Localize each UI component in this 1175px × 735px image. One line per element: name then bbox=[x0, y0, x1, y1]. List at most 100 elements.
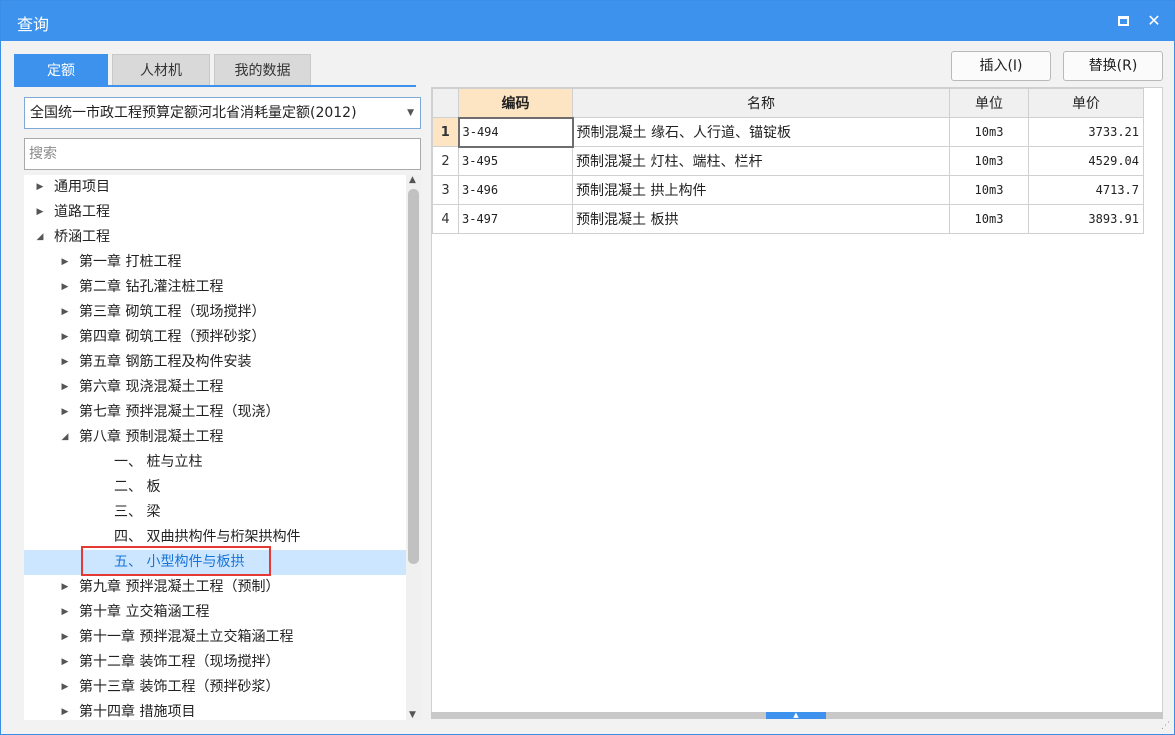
tree-node[interactable]: ▶ 第十二章 装饰工程（现场搅拌） bbox=[24, 650, 406, 675]
price-cell[interactable]: 3733.21 bbox=[1028, 117, 1144, 147]
collapsed-caret-icon[interactable]: ▶ bbox=[59, 700, 71, 720]
scroll-grip-icon[interactable]: ▲ bbox=[766, 712, 826, 719]
tree-node-label: 第九章 预拌混凝土工程（预制） bbox=[79, 579, 280, 595]
tree-node-label: 第六章 现浇混凝土工程 bbox=[79, 379, 224, 395]
row-number-cell[interactable]: 2 bbox=[432, 146, 459, 176]
tree-node[interactable]: ▶ 第二章 钻孔灌注桩工程 bbox=[24, 275, 406, 300]
tree-node[interactable]: ▶ 第十四章 措施项目 bbox=[24, 700, 406, 720]
collapsed-caret-icon[interactable]: ▶ bbox=[59, 575, 71, 600]
column-header-price[interactable]: 单价 bbox=[1028, 88, 1144, 118]
tab-quota[interactable]: 定额 bbox=[14, 54, 108, 86]
collapsed-caret-icon[interactable]: ▶ bbox=[59, 300, 71, 325]
unit-cell[interactable]: 10m3 bbox=[949, 204, 1029, 234]
tree-node[interactable]: ◢ 第八章 预制混凝土工程 bbox=[24, 425, 406, 450]
tree-node[interactable]: 三、 梁 bbox=[24, 500, 406, 525]
row-number-cell[interactable]: 1 bbox=[432, 117, 459, 147]
tree-node-label: 二、 板 bbox=[114, 479, 161, 495]
tree-node[interactable]: ▶ 第五章 钢筋工程及构件安装 bbox=[24, 350, 406, 375]
name-cell[interactable]: 预制混凝土 缘石、人行道、锚锭板 bbox=[572, 117, 950, 147]
table-row[interactable]: 1 3-494 预制混凝土 缘石、人行道、锚锭板 10m3 3733.21 bbox=[432, 116, 1144, 148]
quota-library-select[interactable]: 全国统一市政工程预算定额河北省消耗量定额(2012) ▼ bbox=[24, 97, 421, 129]
row-number-cell[interactable]: 4 bbox=[432, 204, 459, 234]
replace-button[interactable]: 替换(R) bbox=[1063, 51, 1163, 81]
tree-node[interactable]: ▶ 第九章 预拌混凝土工程（预制） bbox=[24, 575, 406, 600]
title-bar[interactable]: 查询 ✕ bbox=[1, 1, 1174, 41]
table-row[interactable]: 2 3-495 预制混凝土 灯柱、端柱、栏杆 10m3 4529.04 bbox=[432, 146, 1144, 176]
unit-cell[interactable]: 10m3 bbox=[949, 117, 1029, 147]
collapsed-caret-icon[interactable]: ▶ bbox=[59, 350, 71, 375]
resize-grip-icon[interactable]: ⋰ bbox=[1161, 721, 1171, 731]
tree-node[interactable]: ▶ 第三章 砌筑工程（现场搅拌） bbox=[24, 300, 406, 325]
collapsed-caret-icon[interactable]: ▶ bbox=[59, 250, 71, 275]
expanded-caret-icon[interactable]: ◢ bbox=[34, 225, 46, 250]
tree-node[interactable]: 一、 桩与立柱 bbox=[24, 450, 406, 475]
chapter-tree: ▶ 通用项目 ▶ 道路工程 ◢ 桥涵工程 ▶ 第一章 打桩工程 ▶ 第二章 钻孔灌注桩工程 ▶ 第三章… bbox=[24, 175, 406, 720]
quota-grid: 编码 名称 单位 单价 1 3-494 预制混凝土 缘石、人行道、锚锭板 10m3 37… bbox=[431, 87, 1163, 717]
tree-node-label: 第七章 预拌混凝土工程（现浇） bbox=[79, 404, 280, 420]
query-dialog: 查询 ✕ 定额 人材机 我的数据 插入(I) 替换(R) 全国统一市政工程预算定… bbox=[0, 0, 1175, 735]
maximize-button[interactable] bbox=[1113, 10, 1135, 32]
collapsed-caret-icon[interactable]: ▶ bbox=[59, 375, 71, 400]
price-cell[interactable]: 4713.7 bbox=[1028, 175, 1144, 205]
tree-node-label: 第三章 砌筑工程（现场搅拌） bbox=[79, 304, 266, 320]
tree-node-label: 通用项目 bbox=[54, 179, 110, 195]
column-header-unit[interactable]: 单位 bbox=[949, 88, 1029, 118]
tree-node[interactable]: 二、 板 bbox=[24, 475, 406, 500]
tree-node[interactable]: ▶ 通用项目 bbox=[24, 175, 406, 200]
code-cell[interactable]: 3-494 bbox=[457, 116, 574, 148]
insert-button[interactable]: 插入(I) bbox=[951, 51, 1051, 81]
tree-node[interactable]: ▶ 第四章 砌筑工程（预拌砂浆） bbox=[24, 325, 406, 350]
expanded-caret-icon[interactable]: ◢ bbox=[59, 425, 71, 450]
collapsed-caret-icon[interactable]: ▶ bbox=[34, 200, 46, 225]
collapsed-caret-icon[interactable]: ▶ bbox=[59, 275, 71, 300]
tree-node[interactable]: ▶ 第七章 预拌混凝土工程（现浇） bbox=[24, 400, 406, 425]
collapsed-caret-icon[interactable]: ▶ bbox=[59, 650, 71, 675]
collapsed-caret-icon[interactable]: ▶ bbox=[59, 325, 71, 350]
close-icon: ✕ bbox=[1147, 11, 1161, 30]
collapsed-caret-icon[interactable]: ▶ bbox=[34, 175, 46, 200]
tab-underline bbox=[14, 85, 416, 87]
table-row[interactable]: 4 3-497 预制混凝土 板拱 10m3 3893.91 bbox=[432, 204, 1144, 234]
collapsed-caret-icon[interactable]: ▶ bbox=[59, 675, 71, 700]
tree-node-label: 桥涵工程 bbox=[54, 229, 110, 245]
tree-node[interactable]: ▶ 第六章 现浇混凝土工程 bbox=[24, 375, 406, 400]
unit-cell[interactable]: 10m3 bbox=[949, 146, 1029, 176]
tree-node-label: 一、 桩与立柱 bbox=[114, 454, 203, 470]
tree-node[interactable]: ◢ 桥涵工程 bbox=[24, 225, 406, 250]
name-cell[interactable]: 预制混凝土 板拱 bbox=[572, 204, 950, 234]
code-cell[interactable]: 3-496 bbox=[458, 175, 573, 205]
grid-horizontal-scrollbar[interactable]: ▲ bbox=[431, 712, 1163, 719]
scroll-thumb[interactable] bbox=[408, 189, 419, 564]
close-button[interactable]: ✕ bbox=[1143, 10, 1165, 32]
tab-labor-material-machine[interactable]: 人材机 bbox=[112, 54, 210, 86]
tree-vertical-scrollbar[interactable]: ▲ ▼ bbox=[406, 175, 421, 720]
code-cell[interactable]: 3-495 bbox=[458, 146, 573, 176]
search-input[interactable]: 搜索 bbox=[24, 138, 421, 170]
window-title: 查询 bbox=[17, 15, 50, 34]
name-cell[interactable]: 预制混凝土 灯柱、端柱、栏杆 bbox=[572, 146, 950, 176]
tree-node-label: 第二章 钻孔灌注桩工程 bbox=[79, 279, 224, 295]
code-cell[interactable]: 3-497 bbox=[458, 204, 573, 234]
unit-cell[interactable]: 10m3 bbox=[949, 175, 1029, 205]
tree-node[interactable]: ▶ 第一章 打桩工程 bbox=[24, 250, 406, 275]
column-header-code[interactable]: 编码 bbox=[458, 88, 573, 118]
collapsed-caret-icon[interactable]: ▶ bbox=[59, 600, 71, 625]
tree-node[interactable]: ▶ 第十三章 装饰工程（预拌砂浆） bbox=[24, 675, 406, 700]
tree-node[interactable]: ▶ 道路工程 bbox=[24, 200, 406, 225]
column-header-name[interactable]: 名称 bbox=[572, 88, 950, 118]
scroll-down-icon[interactable]: ▼ bbox=[409, 710, 416, 720]
scroll-up-icon[interactable]: ▲ bbox=[409, 175, 416, 185]
tree-node-label: 第八章 预制混凝土工程 bbox=[79, 429, 224, 445]
tree-node-label: 第十四章 措施项目 bbox=[79, 704, 196, 720]
collapsed-caret-icon[interactable]: ▶ bbox=[59, 625, 71, 650]
tree-node[interactable]: ▶ 第十章 立交箱涵工程 bbox=[24, 600, 406, 625]
tree-node[interactable]: ▶ 第十一章 预拌混凝土立交箱涵工程 bbox=[24, 625, 406, 650]
tab-my-data[interactable]: 我的数据 bbox=[214, 54, 311, 86]
table-row[interactable]: 3 3-496 预制混凝土 拱上构件 10m3 4713.7 bbox=[432, 175, 1144, 205]
price-cell[interactable]: 4529.04 bbox=[1028, 146, 1144, 176]
name-cell[interactable]: 预制混凝土 拱上构件 bbox=[572, 175, 950, 205]
price-cell[interactable]: 3893.91 bbox=[1028, 204, 1144, 234]
row-number-cell[interactable]: 3 bbox=[432, 175, 459, 205]
collapsed-caret-icon[interactable]: ▶ bbox=[59, 400, 71, 425]
dropdown-arrow-icon: ▼ bbox=[407, 108, 414, 118]
